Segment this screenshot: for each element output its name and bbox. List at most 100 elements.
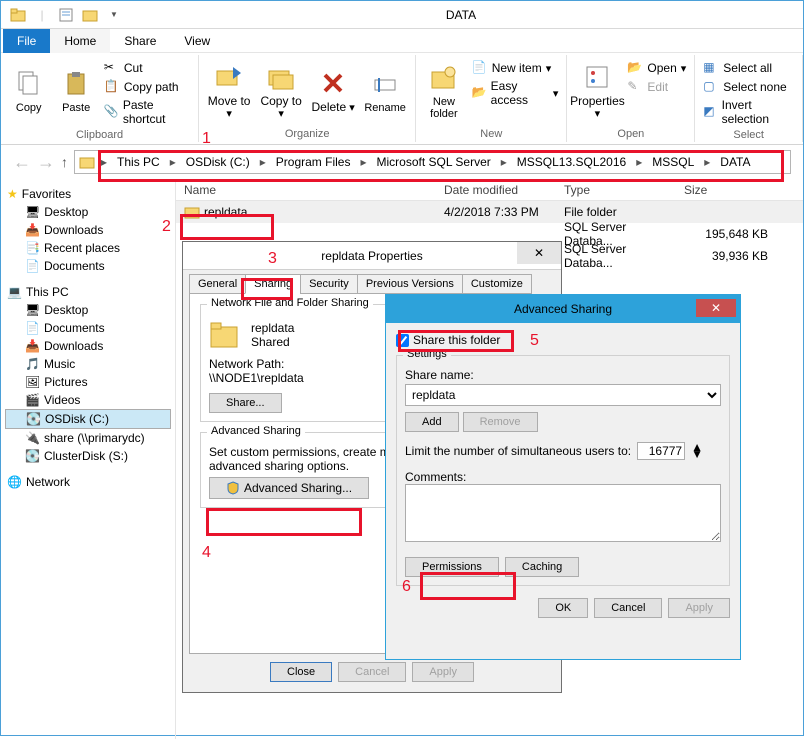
newitem-button[interactable]: 📄New item ▾ (470, 59, 561, 77)
sidebar-item-osdisk[interactable]: 💽OSDisk (C:) (5, 409, 171, 429)
col-date[interactable]: Date modified (436, 181, 556, 199)
selectall-button[interactable]: ▦Select all (701, 59, 796, 77)
sidebar-item-downloads[interactable]: 📥Downloads (5, 221, 171, 239)
nav-fwd-icon[interactable]: → (37, 152, 55, 173)
ok-button[interactable]: OK (538, 598, 588, 618)
nav-back-icon[interactable]: ← (13, 152, 31, 173)
copypath-button[interactable]: 📋Copy path (102, 78, 192, 96)
sidebar-item[interactable]: 📥Downloads (5, 337, 171, 355)
col-size[interactable]: Size (676, 181, 776, 199)
share-tab[interactable]: Share (110, 29, 170, 53)
annotation-1-num: 1 (202, 130, 211, 148)
annotation-6-num: 6 (402, 578, 411, 596)
sidebar-item-documents[interactable]: 📄Documents (5, 257, 171, 275)
ribbon: Copy Paste ✂Cut 📋Copy path 📎Paste shortc… (1, 53, 803, 145)
sidebar-item[interactable]: 📄Documents (5, 319, 171, 337)
close-button[interactable]: Close (270, 662, 332, 682)
share-button[interactable]: Share... (209, 393, 282, 413)
properties-button[interactable]: Properties ▾ (573, 55, 621, 126)
folder-icon (7, 4, 29, 26)
rename-button[interactable]: Rename (361, 55, 409, 126)
apply-button: Apply (412, 662, 474, 682)
annotation-4 (206, 508, 362, 536)
sidebar-item[interactable]: 🔌share (\\primarydc) (5, 429, 171, 447)
tab-customize[interactable]: Customize (462, 274, 532, 294)
delete-button[interactable]: Delete ▾ (309, 55, 357, 126)
advanced-sharing-label: Advanced Sharing (207, 425, 305, 437)
folder-name: repldata (251, 321, 294, 335)
qat-sep: | (31, 4, 53, 26)
limit-label: Limit the number of simultaneous users t… (405, 444, 631, 458)
paste-button[interactable]: Paste (54, 55, 97, 127)
titlebar: | ▼ DATA (1, 1, 803, 29)
nav-up-icon[interactable]: ↑ (61, 154, 68, 170)
pasteshortcut-button[interactable]: 📎Paste shortcut (102, 97, 192, 127)
annotation-3-tab (241, 278, 293, 300)
copy-button[interactable]: Copy (7, 55, 50, 127)
sidebar-thispc[interactable]: 💻This PC (5, 283, 171, 301)
shared-label: Shared (251, 335, 294, 349)
sidebar-network[interactable]: 🌐Network (5, 473, 171, 491)
tab-general[interactable]: General (189, 274, 246, 294)
sidebar-item[interactable]: 💽ClusterDisk (S:) (5, 447, 171, 465)
sidebar-favorites[interactable]: ★Favorites (5, 185, 171, 203)
shield-icon (226, 481, 240, 495)
view-tab[interactable]: View (170, 29, 224, 53)
tab-previous[interactable]: Previous Versions (357, 274, 463, 294)
qat-props-icon[interactable] (55, 4, 77, 26)
add-button[interactable]: Add (405, 412, 459, 432)
file-tab[interactable]: File (3, 29, 50, 53)
properties-title: repldata Properties ✕ (183, 242, 561, 270)
newfolder-button[interactable]: New folder (422, 55, 466, 126)
easyaccess-button[interactable]: 📂Easy access ▾ (470, 78, 561, 108)
home-tab[interactable]: Home (50, 29, 110, 53)
copyto-button[interactable]: Copy to ▾ (257, 55, 305, 126)
window-title: DATA (125, 8, 797, 22)
annotation-5-num: 5 (530, 332, 539, 350)
group-new: New (480, 126, 502, 142)
moveto-button[interactable]: Move to ▾ (205, 55, 253, 126)
sidebar-item[interactable]: 🖥Desktop (5, 301, 171, 319)
qat-dropdown-icon[interactable]: ▼ (103, 4, 125, 26)
comments-input[interactable] (405, 484, 721, 542)
sidebar-item[interactable]: 🖼Pictures (5, 373, 171, 391)
apply-button: Apply (668, 598, 730, 618)
delete-icon (317, 67, 349, 99)
sidebar-item[interactable]: 🎬Videos (5, 391, 171, 409)
col-type[interactable]: Type (556, 181, 676, 199)
open-button[interactable]: 📂Open ▾ (625, 59, 688, 77)
annotation-5 (398, 330, 514, 352)
tab-security[interactable]: Security (300, 274, 358, 294)
annotation-3-num: 3 (268, 250, 277, 268)
menubar: File Home Share View (1, 29, 803, 53)
invert-button[interactable]: ◩Invert selection (701, 97, 796, 127)
annotation-2-num: 2 (162, 218, 171, 236)
cut-button[interactable]: ✂Cut (102, 59, 192, 77)
limit-input[interactable] (637, 442, 685, 460)
sidebar-item-recent[interactable]: 📑Recent places (5, 239, 171, 257)
folder-icon (79, 154, 95, 170)
adv-title: Advanced Sharing ✕ (386, 295, 740, 323)
qat-open-icon[interactable] (79, 4, 101, 26)
close-icon[interactable]: ✕ (696, 299, 736, 317)
close-icon[interactable]: ✕ (517, 242, 561, 264)
caching-button[interactable]: Caching (505, 557, 579, 577)
sharename-select[interactable]: repldata (405, 384, 721, 406)
group-organize: Organize (285, 126, 330, 142)
folder-icon (209, 319, 241, 351)
selectnone-button[interactable]: ▢Select none (701, 78, 796, 96)
col-name[interactable]: Name (176, 181, 436, 199)
group-clipboard: Clipboard (76, 127, 123, 143)
advanced-sharing-button[interactable]: Advanced Sharing... (209, 477, 369, 499)
edit-button[interactable]: ✎Edit (625, 78, 688, 96)
annotation-4-num: 4 (202, 544, 211, 562)
cancel-button: Cancel (338, 662, 406, 682)
copypath-icon: 📋 (104, 79, 120, 95)
shortcut-icon: 📎 (104, 104, 119, 120)
cancel-button[interactable]: Cancel (594, 598, 662, 618)
sidebar: ★Favorites 🖥Desktop 📥Downloads 📑Recent p… (1, 179, 176, 739)
group-open: Open (617, 126, 644, 142)
sidebar-item-desktop[interactable]: 🖥Desktop (5, 203, 171, 221)
sidebar-item[interactable]: 🎵Music (5, 355, 171, 373)
remove-button: Remove (463, 412, 538, 432)
